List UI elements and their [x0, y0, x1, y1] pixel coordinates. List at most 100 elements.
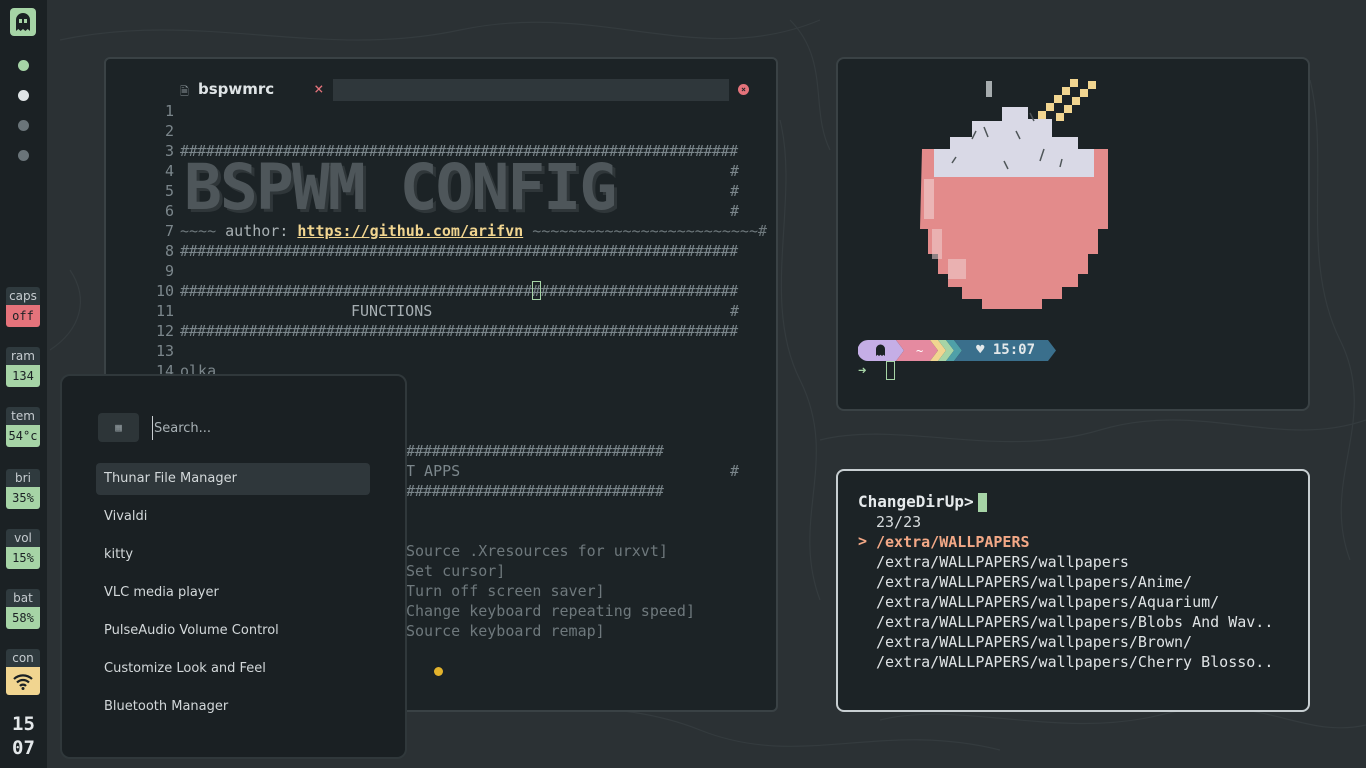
hash-end: #: [730, 182, 740, 200]
shell-prompt-bar: ~ ♥ 15:07: [857, 340, 1058, 361]
hash-divider: ########################################…: [180, 322, 738, 340]
app-item-pulseaudio[interactable]: PulseAudio Volume Control: [96, 615, 370, 647]
ghost-icon: [16, 13, 30, 31]
line-number: 4: [164, 162, 174, 180]
tab-close-icon[interactable]: ×: [314, 79, 324, 98]
tab-title[interactable]: bspwmrc: [198, 80, 274, 98]
fzf-entry[interactable]: /extra/WALLPAPERS/wallpapers/Cherry Blos…: [876, 652, 1273, 672]
terminal-window-changedir[interactable]: ChangeDirUp> 23/23 > /extra/WALLPAPERS /…: [836, 469, 1310, 712]
code-comment: Set cursor]: [406, 562, 506, 580]
line-number: 11: [155, 302, 174, 320]
connection-widget[interactable]: con: [6, 649, 40, 695]
tab-bar-space: [333, 79, 729, 101]
rice-bowl-art: [920, 79, 1108, 309]
code-comment: Change keyboard repeating speed]: [406, 602, 695, 620]
hash-end: #: [730, 462, 740, 480]
hash-end: #: [730, 162, 740, 180]
temperature-widget: tem 54°c: [6, 407, 40, 447]
line-number: 3: [164, 142, 174, 160]
fzf-pointer: >: [858, 532, 868, 550]
workspace-4-indicator[interactable]: [18, 150, 29, 161]
status-dot: [434, 667, 443, 676]
caps-lock-widget: caps off: [6, 287, 40, 327]
ascii-banner: BSPWM CONFIG: [184, 151, 617, 224]
brightness-widget[interactable]: bri 35%: [6, 469, 40, 509]
clock-hour: 15: [12, 713, 35, 735]
fzf-input-cursor[interactable]: [978, 493, 987, 512]
home-icon: ~: [916, 344, 923, 358]
app-item-vlc[interactable]: VLC media player: [96, 577, 370, 609]
ghost-icon: [876, 344, 885, 356]
workspace-1-indicator[interactable]: [18, 60, 29, 71]
author-link[interactable]: https://github.com/arifvn: [297, 222, 523, 240]
hash-divider: ##############################: [406, 482, 664, 500]
app-item-customize-look[interactable]: Customize Look and Feel: [96, 653, 370, 685]
connection-label: con: [6, 649, 40, 667]
hash-end: #: [730, 202, 740, 220]
volume-label: vol: [6, 529, 40, 547]
fzf-entry[interactable]: /extra/WALLPAPERS/wallpapers: [876, 552, 1129, 572]
ram-widget: ram 134: [6, 347, 40, 387]
fzf-entry-selected[interactable]: /extra/WALLPAPERS: [876, 532, 1030, 552]
caps-lock-label: caps: [6, 287, 40, 305]
app-launcher: ▦ Thunar File Manager Vivaldi kitty VLC …: [60, 374, 407, 759]
hash-end: #: [730, 302, 740, 320]
volume-value: 15%: [6, 547, 40, 569]
prompt-time: ♥ 15:07: [976, 342, 1036, 358]
fzf-entry[interactable]: /extra/WALLPAPERS/wallpapers/Aquarium/: [876, 592, 1219, 612]
author-line: ~~~~ author: https://github.com/arifvn ~…: [180, 222, 768, 240]
fzf-match-count: 23/23: [876, 513, 922, 531]
workspace-2-indicator[interactable]: [18, 90, 29, 101]
caps-lock-value: off: [6, 305, 40, 327]
clock: 15 07: [0, 712, 47, 760]
wifi-icon: [13, 674, 33, 690]
workspace-3-indicator[interactable]: [18, 120, 29, 131]
code-comment: Source keyboard remap]: [406, 622, 605, 640]
launcher-button[interactable]: [10, 8, 36, 36]
temperature-label: tem: [6, 407, 40, 425]
line-number: 13: [155, 342, 174, 360]
line-number: 12: [155, 322, 174, 340]
ram-label: ram: [6, 347, 40, 365]
terminal-cursor: [886, 361, 895, 380]
grid-icon[interactable]: ▦: [98, 413, 139, 442]
prompt-arrow-icon: ➜: [858, 363, 867, 379]
volume-widget[interactable]: vol 15%: [6, 529, 40, 569]
brightness-label: bri: [6, 469, 40, 487]
app-item-bluetooth[interactable]: Bluetooth Manager: [96, 691, 370, 723]
ram-value: 134: [6, 365, 40, 387]
functions-title: FUNCTIONS: [351, 302, 433, 320]
hash-divider: ########################################…: [180, 282, 738, 300]
search-input[interactable]: [152, 416, 362, 440]
app-item-kitty[interactable]: kitty: [96, 539, 370, 571]
line-number: 9: [164, 262, 174, 280]
line-number: 2: [164, 122, 174, 140]
fzf-prompt: ChangeDirUp>: [858, 492, 974, 511]
code-comment: Source .Xresources for urxvt]: [406, 542, 668, 560]
line-number: 6: [164, 202, 174, 220]
brightness-value: 35%: [6, 487, 40, 509]
fzf-entry[interactable]: /extra/WALLPAPERS/wallpapers/Blobs And W…: [876, 612, 1273, 632]
functions-heading: FUNCTIONS: [351, 301, 432, 321]
hash-divider: ##############################: [406, 442, 664, 460]
sidebar-panel: caps off ram 134 tem 54°c bri 35% vol 15…: [0, 0, 47, 768]
connection-value: [6, 667, 40, 695]
battery-value: 58%: [6, 607, 40, 629]
line-number: 5: [164, 182, 174, 200]
author-label: author:: [225, 222, 289, 240]
code-comment: Turn off screen saver]: [406, 582, 605, 600]
terminal-window-art[interactable]: ~ ♥ 15:07 ➜: [836, 57, 1310, 411]
window-close-icon[interactable]: ×: [738, 84, 749, 95]
line-number: 10: [155, 282, 174, 300]
app-item-vivaldi[interactable]: Vivaldi: [96, 501, 370, 533]
hash-divider: ########################################…: [180, 242, 738, 260]
line-number: 8: [164, 242, 174, 260]
line-number: 7: [164, 222, 174, 240]
fzf-entry[interactable]: /extra/WALLPAPERS/wallpapers/Brown/: [876, 632, 1192, 652]
text-cursor: [532, 281, 541, 300]
app-item-thunar[interactable]: Thunar File Manager: [96, 463, 370, 495]
temperature-value: 54°c: [6, 425, 40, 447]
line-number: 1: [164, 102, 174, 120]
clock-minute: 07: [12, 737, 35, 759]
fzf-entry[interactable]: /extra/WALLPAPERS/wallpapers/Anime/: [876, 572, 1192, 592]
